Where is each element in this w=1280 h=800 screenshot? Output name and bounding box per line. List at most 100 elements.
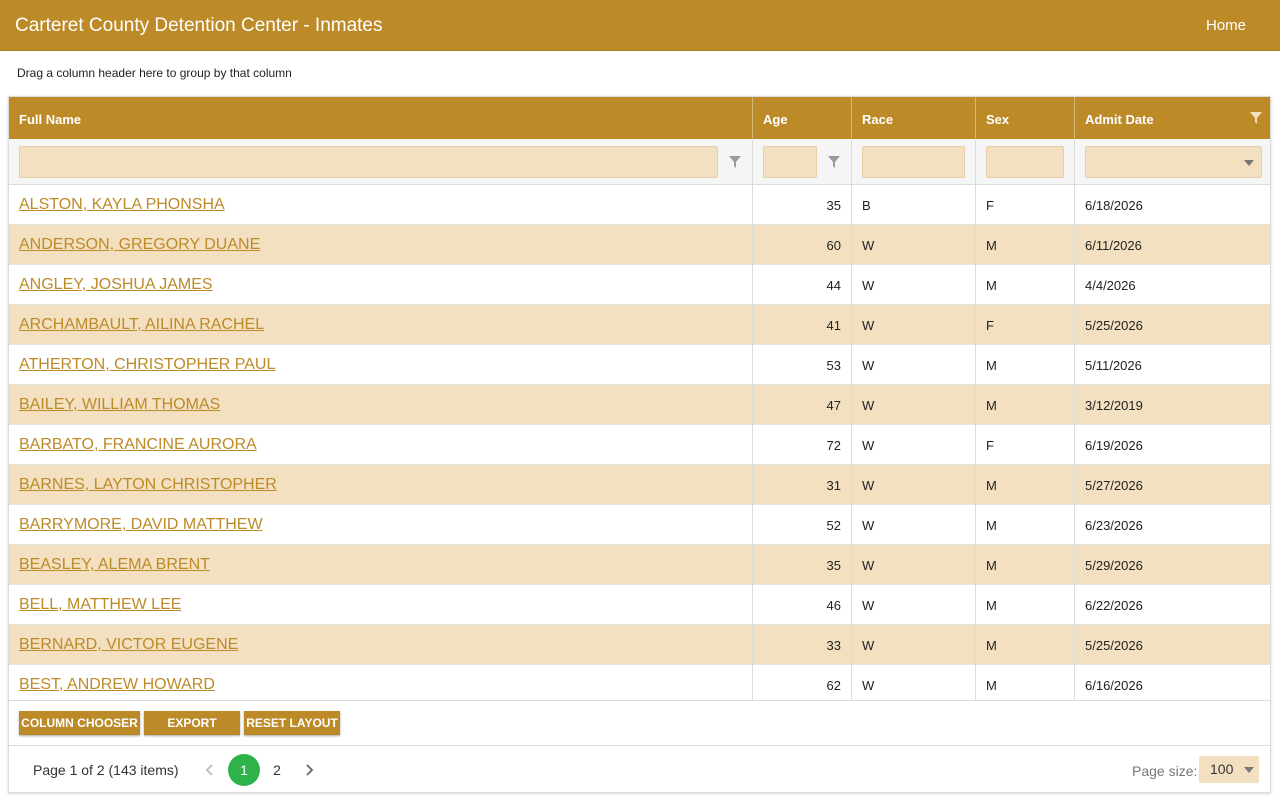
cell-name: BARBATO, FRANCINE AURORA — [9, 425, 753, 465]
admit-date-filter-dropdown[interactable] — [1085, 146, 1262, 178]
cell-name: BARNES, LAYTON CHRISTOPHER — [9, 465, 753, 505]
group-panel-hint[interactable]: Drag a column header here to group by th… — [17, 66, 292, 80]
cell-race: W — [852, 585, 976, 625]
cell-name: BARRYMORE, DAVID MATTHEW — [9, 505, 753, 545]
column-header-race[interactable]: Race — [852, 97, 976, 139]
inmate-name-link[interactable]: ANGLEY, JOSHUA JAMES — [19, 276, 213, 293]
filter-icon[interactable] — [828, 156, 840, 168]
cell-admit-date: 3/12/2019 — [1085, 398, 1143, 413]
cell-admit-date: 5/25/2026 — [1085, 318, 1143, 333]
table-row[interactable]: ALSTON, KAYLA PHONSHA 35 B F 6/18/2026 — [9, 185, 1270, 225]
cell-name: ANGLEY, JOSHUA JAMES — [9, 265, 753, 305]
inmate-name-link[interactable]: BEST, ANDREW HOWARD — [19, 676, 215, 693]
grid-toolbar: COLUMN CHOOSER EXPORT RESET LAYOUT — [9, 700, 1270, 746]
cell-age: 31 — [753, 465, 852, 505]
cell-race: W — [852, 265, 976, 305]
inmate-name-link[interactable]: ANDERSON, GREGORY DUANE — [19, 236, 260, 253]
table-row[interactable]: ANDERSON, GREGORY DUANE 60 W M 6/11/2026 — [9, 225, 1270, 265]
cell-sex: M — [976, 545, 1075, 585]
cell-race: W — [852, 545, 976, 585]
table-row[interactable]: BEST, ANDREW HOWARD 62 W M 6/16/2026 — [9, 665, 1270, 700]
table-row[interactable]: BERNARD, VICTOR EUGENE 33 W M 5/25/2026 — [9, 625, 1270, 665]
cell-admit-date: 5/11/2026 — [1085, 358, 1142, 373]
table-row[interactable]: BARNES, LAYTON CHRISTOPHER 31 W M 5/27/2026 — [9, 465, 1270, 505]
inmate-name-link[interactable]: ARCHAMBAULT, AILINA RACHEL — [19, 316, 264, 333]
page-size-select[interactable]: 100 — [1199, 756, 1259, 783]
cell-sex: M — [976, 665, 1075, 700]
cell-race: W — [852, 665, 976, 700]
column-header-label: Race — [862, 112, 894, 127]
cell-name: BAILEY, WILLIAM THOMAS — [9, 385, 753, 425]
cell-age: 46 — [753, 585, 852, 625]
table-row[interactable]: ARCHAMBAULT, AILINA RACHEL 41 W F 5/25/2026 — [9, 305, 1270, 345]
table-row[interactable]: BEASLEY, ALEMA BRENT 35 W M 5/29/2026 — [9, 545, 1270, 585]
sex-filter-input[interactable] — [986, 146, 1064, 178]
column-header-full-name[interactable]: Full Name — [9, 97, 753, 139]
cell-name: ARCHAMBAULT, AILINA RACHEL — [9, 305, 753, 345]
inmate-name-link[interactable]: BELL, MATTHEW LEE — [19, 596, 181, 613]
race-filter-input[interactable] — [862, 146, 965, 178]
grid-body: ALSTON, KAYLA PHONSHA 35 B F 6/18/2026 ANDERS… — [9, 185, 1270, 700]
cell-admit-date: 5/27/2026 — [1085, 478, 1143, 493]
column-header-age[interactable]: Age — [753, 97, 852, 139]
table-row[interactable]: BELL, MATTHEW LEE 46 W M 6/22/2026 — [9, 585, 1270, 625]
cell-race: B — [852, 185, 976, 225]
cell-admit-date: 4/4/2026 — [1085, 278, 1136, 293]
caret-down-icon — [1244, 767, 1254, 773]
table-row[interactable]: ATHERTON, CHRISTOPHER PAUL 53 W M 5/11/2026 — [9, 345, 1270, 385]
filter-cell-full-name — [9, 139, 753, 185]
page-button-1[interactable]: 1 — [228, 754, 260, 786]
table-row[interactable]: ANGLEY, JOSHUA JAMES 44 W M 4/4/2026 — [9, 265, 1270, 305]
inmate-name-link[interactable]: BARNES, LAYTON CHRISTOPHER — [19, 476, 277, 493]
reset-layout-button[interactable]: RESET LAYOUT — [244, 711, 340, 735]
column-header-sex[interactable]: Sex — [976, 97, 1075, 139]
cell-race: W — [852, 305, 976, 345]
cell-sex: M — [976, 625, 1075, 665]
filter-row — [9, 139, 1270, 185]
export-button[interactable]: EXPORT — [144, 711, 240, 735]
cell-sex: M — [976, 345, 1075, 385]
home-link[interactable]: Home — [1206, 17, 1246, 34]
filter-icon[interactable] — [1250, 112, 1262, 124]
cell-age: 47 — [753, 385, 852, 425]
cell-race: W — [852, 385, 976, 425]
cell-age: 44 — [753, 265, 852, 305]
table-row[interactable]: BARRYMORE, DAVID MATTHEW 52 W M 6/23/2026 — [9, 505, 1270, 545]
inmate-name-link[interactable]: BAILEY, WILLIAM THOMAS — [19, 396, 220, 413]
cell-race: W — [852, 345, 976, 385]
cell-age: 41 — [753, 305, 852, 345]
cell-admit-date: 6/16/2026 — [1085, 678, 1143, 693]
table-row[interactable]: BARBATO, FRANCINE AURORA 72 W F 6/19/2026 — [9, 425, 1270, 465]
table-row[interactable]: BAILEY, WILLIAM THOMAS 47 W M 3/12/2019 — [9, 385, 1270, 425]
chevron-right-icon[interactable] — [302, 763, 316, 777]
inmate-name-link[interactable]: BERNARD, VICTOR EUGENE — [19, 636, 238, 653]
cell-sex: M — [976, 265, 1075, 305]
column-header-admit-date[interactable]: Admit Date — [1075, 97, 1270, 139]
cell-admit-date: 6/19/2026 — [1085, 438, 1143, 453]
cell-sex: M — [976, 225, 1075, 265]
cell-sex: M — [976, 385, 1075, 425]
cell-name: ANDERSON, GREGORY DUANE — [9, 225, 753, 265]
column-chooser-button[interactable]: COLUMN CHOOSER — [19, 711, 140, 735]
cell-age: 60 — [753, 225, 852, 265]
cell-sex: F — [976, 185, 1075, 225]
inmate-name-link[interactable]: BEASLEY, ALEMA BRENT — [19, 556, 210, 573]
inmate-name-link[interactable]: BARBATO, FRANCINE AURORA — [19, 436, 257, 453]
filter-cell-race — [852, 139, 976, 185]
inmate-name-link[interactable]: ALSTON, KAYLA PHONSHA — [19, 196, 225, 213]
chevron-left-icon[interactable] — [203, 763, 217, 777]
cell-name: BELL, MATTHEW LEE — [9, 585, 753, 625]
cell-age: 35 — [753, 545, 852, 585]
cell-sex: M — [976, 505, 1075, 545]
inmate-name-link[interactable]: BARRYMORE, DAVID MATTHEW — [19, 516, 263, 533]
full-name-filter-input[interactable] — [19, 146, 718, 178]
inmate-name-link[interactable]: ATHERTON, CHRISTOPHER PAUL — [19, 356, 275, 373]
cell-age: 62 — [753, 665, 852, 700]
cell-admit-date: 6/23/2026 — [1085, 518, 1143, 533]
page-button-2[interactable]: 2 — [261, 754, 293, 786]
cell-admit-date: 5/25/2026 — [1085, 638, 1143, 653]
cell-name: ALSTON, KAYLA PHONSHA — [9, 185, 753, 225]
filter-icon[interactable] — [729, 156, 741, 168]
inmates-grid: Full Name Age Race Sex Admit Date ALSTON… — [8, 96, 1271, 793]
age-filter-input[interactable] — [763, 146, 817, 178]
